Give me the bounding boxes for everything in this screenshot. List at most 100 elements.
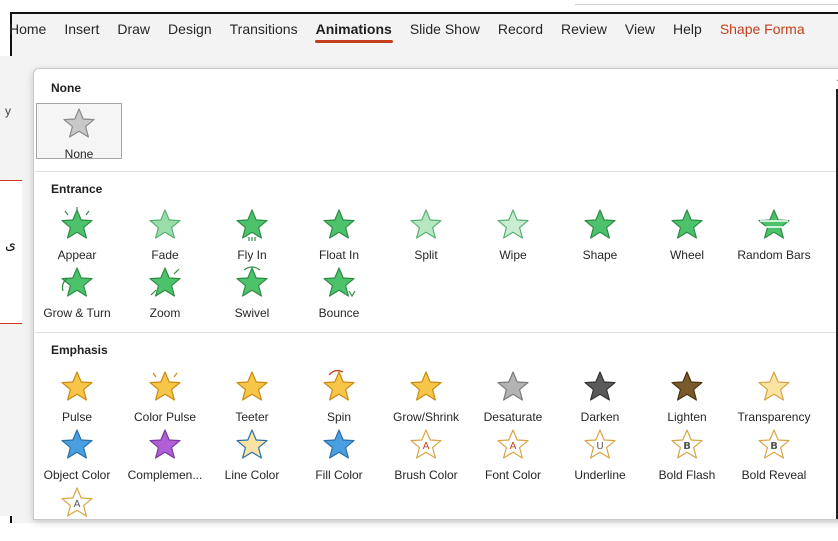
animation-pulse[interactable]: Pulse [34,367,120,425]
section-header-none: None [51,81,81,95]
animation-spin[interactable]: Spin [296,367,382,425]
tab-draw[interactable]: Draw [108,12,159,46]
animation-swivel[interactable]: Swivel [209,263,295,321]
animation-underline[interactable]: U Underline [557,425,643,483]
animation-more[interactable]: A [34,483,120,541]
star-blue-object-icon [59,425,95,466]
tab-view[interactable]: View [616,12,664,46]
star-green-shape-icon [582,205,618,246]
tab-design[interactable]: Design [159,12,221,46]
animation-label: Color Pulse [133,410,197,424]
animation-brush-color[interactable]: A Brush Color [383,425,469,483]
tab-review[interactable]: Review [552,12,616,46]
animation-wipe[interactable]: Wipe [470,205,556,263]
animation-label: Grow & Turn [43,306,111,320]
animation-font-color[interactable]: A Font Color [470,425,556,483]
animation-bold-reveal[interactable]: B Bold Reveal [731,425,817,483]
star-green-split-icon [408,205,444,246]
animation-zoom[interactable]: Zoom [122,263,208,321]
animation-darken[interactable]: Darken [557,367,643,425]
tab-insert[interactable]: Insert [55,12,108,46]
animation-object-color[interactable]: Object Color [34,425,120,483]
animation-label: Transparency [737,410,811,424]
scroll-up-button[interactable] [834,69,838,87]
animation-grow-shrink[interactable]: Grow/Shrink [383,367,469,425]
animation-label: Fill Color [315,468,363,482]
animation-label: None [64,147,94,161]
star-green-bounce-icon [321,263,357,304]
star-green-fade-icon [147,205,183,246]
animation-label: Shape [582,248,618,262]
star-gray-desaturate-icon [495,367,531,408]
tab-help[interactable]: Help [664,12,711,46]
star-line-color-icon [234,425,270,466]
animation-label: Grow/Shrink [392,410,460,424]
svg-text:A: A [510,441,517,452]
star-wave-icon: A [59,483,95,524]
animation-label: Float In [318,248,360,262]
section-header-emphasis: Emphasis [51,343,108,357]
tab-transitions[interactable]: Transitions [221,12,307,46]
section-header-entrance: Entrance [51,182,103,196]
star-light-transparency-icon [756,367,792,408]
animation-label: Fly In [237,248,267,262]
star-green-fly-icon [234,205,270,246]
star-gray-icon [61,104,97,145]
animation-label: Bold Flash [658,468,716,482]
star-green-burst-icon [59,205,95,246]
star-underline-icon: U [582,425,618,466]
divider [35,171,838,172]
animation-label: Wipe [499,248,527,262]
animation-desaturate[interactable]: Desaturate [470,367,556,425]
tab-record[interactable]: Record [489,12,552,46]
animation-label: Random Bars [737,248,811,262]
animation-label: Font Color [484,468,542,482]
tab-animations[interactable]: Animations [307,12,401,46]
animation-label: Spin [326,410,352,424]
animation-teeter[interactable]: Teeter [209,367,295,425]
star-bold-reveal-icon: B [756,425,792,466]
animation-line-color[interactable]: Line Color [209,425,295,483]
animation-bold-flash[interactable]: B Bold Flash [644,425,730,483]
animation-label: Brush Color [394,468,458,482]
animation-float-in[interactable]: Float In [296,205,382,263]
animation-fade[interactable]: Fade [122,205,208,263]
animation-complemen-[interactable]: Complemen... [122,425,208,483]
star-green-swivel-icon [234,263,270,304]
animation-label: Appear [57,248,97,262]
animation-label: Teeter [235,410,269,424]
animation-shape[interactable]: Shape [557,205,643,263]
star-green-bars-icon [756,205,792,246]
svg-text:A: A [423,441,430,452]
animation-color-pulse[interactable]: Color Pulse [122,367,208,425]
animation-random-bars[interactable]: Random Bars [731,205,817,263]
star-yellow-spin-icon [321,367,357,408]
star-dark-icon [582,367,618,408]
star-green-float-icon [321,205,357,246]
animation-label: Underline [574,468,626,482]
tab-shape-forma[interactable]: Shape Forma [711,12,814,46]
animation-label: Desaturate [483,410,543,424]
divider [35,332,838,333]
animation-fly-in[interactable]: Fly In [209,205,295,263]
animation-label: Darken [580,410,620,424]
animation-label: Split [414,248,438,262]
tab-slide-show[interactable]: Slide Show [401,12,489,46]
animation-transparency[interactable]: Transparency [731,367,817,425]
animation-label: Complemen... [127,468,203,482]
animation-label: Object Color [43,468,111,482]
tab-home[interactable]: Home [0,12,55,46]
animation-label: Line Color [224,468,280,482]
animation-fill-color[interactable]: Fill Color [296,425,382,483]
animation-appear[interactable]: Appear [34,205,120,263]
animation-none[interactable]: None [36,103,122,161]
animation-lighten[interactable]: Lighten [644,367,730,425]
animation-bounce[interactable]: Bounce [296,263,382,321]
star-green-wheel-icon [669,205,705,246]
animation-split[interactable]: Split [383,205,469,263]
star-brush-color-icon: A [408,425,444,466]
star-yellow-grow-icon [408,367,444,408]
animation-grow-turn[interactable]: Grow & Turn [34,263,120,321]
window-top-edge [575,4,838,5]
animation-wheel[interactable]: Wheel [644,205,730,263]
